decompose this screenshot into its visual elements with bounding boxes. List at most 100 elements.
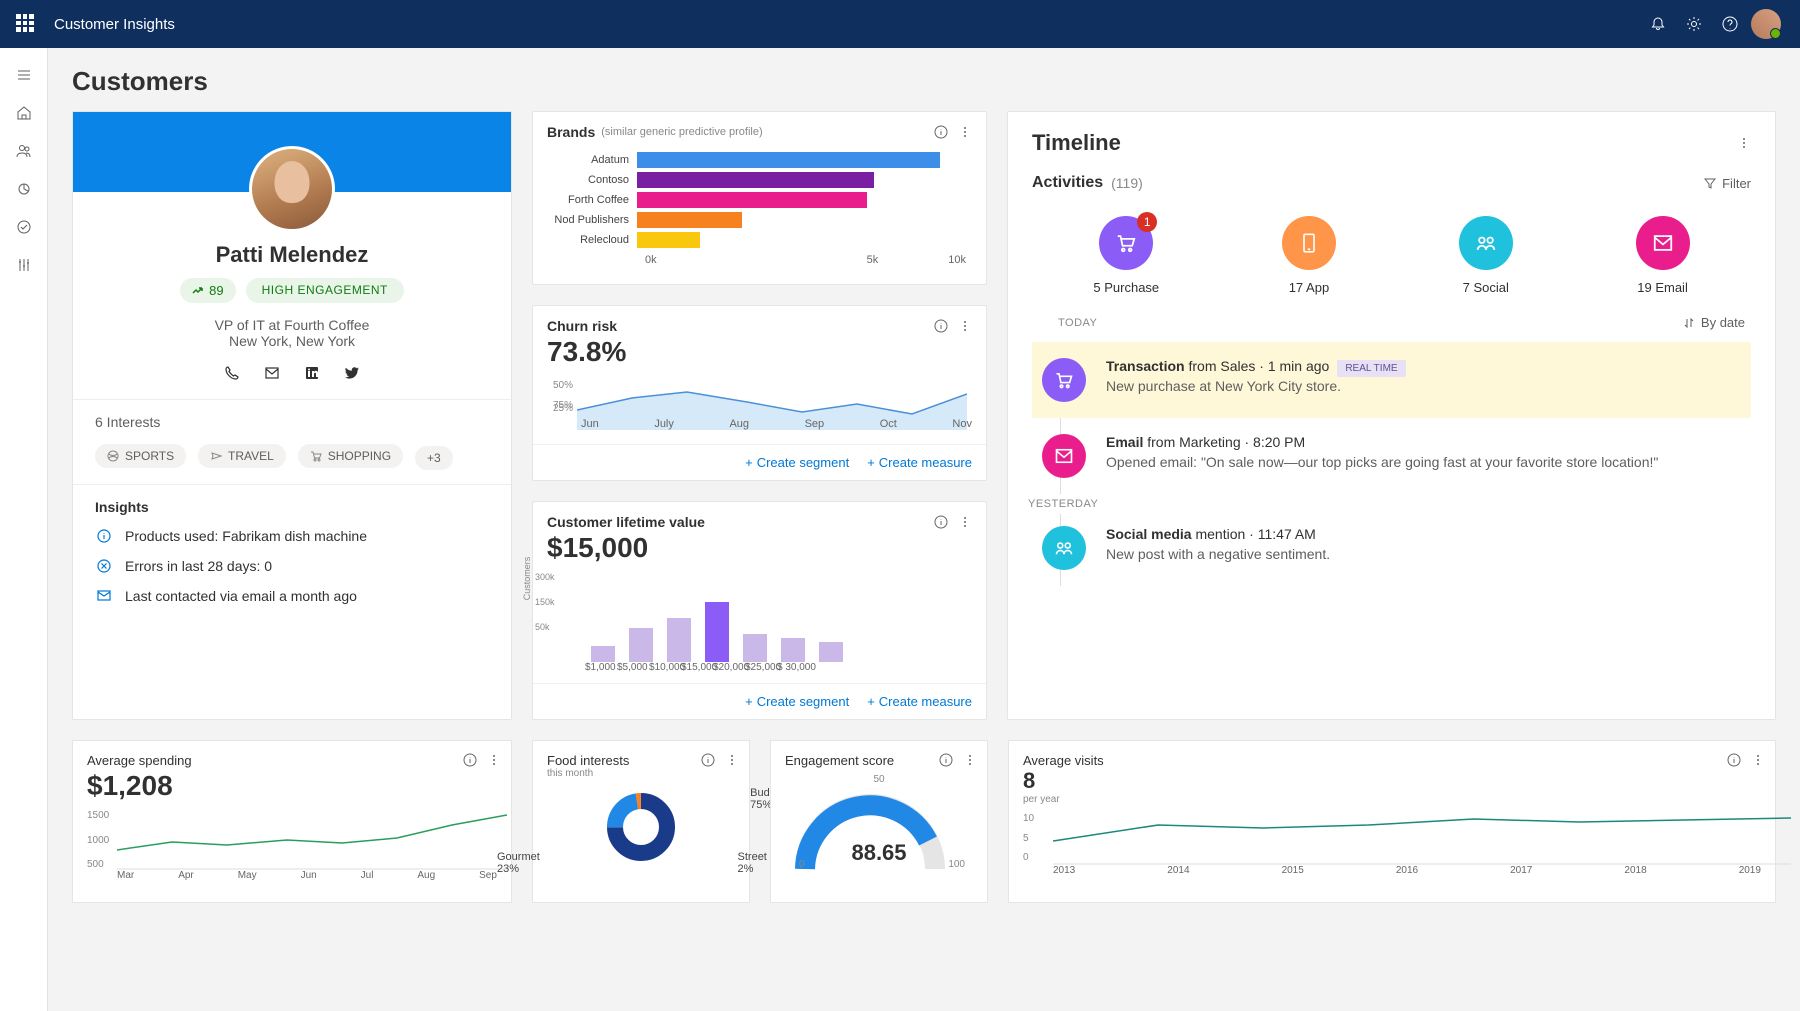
mail-icon xyxy=(95,587,113,605)
user-avatar[interactable] xyxy=(1748,6,1784,42)
timeline-day-today: TODAY xyxy=(1058,317,1097,329)
activities-label: Activities xyxy=(1032,174,1103,192)
activity-category-social[interactable]: 7 Social xyxy=(1459,216,1513,295)
filter-icon xyxy=(1704,177,1716,189)
info-icon[interactable] xyxy=(1727,753,1741,767)
create-measure-link[interactable]: + Create measure xyxy=(867,694,972,709)
notification-badge: 1 xyxy=(1137,212,1157,232)
profile-avatar[interactable] xyxy=(249,146,335,232)
page-title: Customers xyxy=(72,66,1776,97)
settings-icon[interactable] xyxy=(1676,6,1712,42)
realtime-badge: REAL TIME xyxy=(1337,360,1405,377)
clv-card: Customer lifetime value $15,000 Customer… xyxy=(532,501,987,720)
home-icon[interactable] xyxy=(0,94,48,132)
insight-row: Errors in last 28 days: 0 xyxy=(95,557,489,575)
timeline-event[interactable]: Email from Marketing · 8:20 PM Opened em… xyxy=(1032,418,1751,494)
brands-title: Brands xyxy=(547,124,595,140)
food-card: Food interests this month Budget75% Gour… xyxy=(532,740,750,903)
timeline-title: Timeline xyxy=(1032,130,1121,156)
notifications-icon[interactable] xyxy=(1640,6,1676,42)
twitter-icon[interactable] xyxy=(344,365,360,381)
visits-card: Average visits 8 per year 1050 201320142… xyxy=(1008,740,1776,903)
info-icon xyxy=(95,527,113,545)
profile-location: New York, New York xyxy=(73,333,511,349)
info-icon[interactable] xyxy=(463,753,477,767)
interest-tag[interactable]: TRAVEL xyxy=(198,444,286,468)
email-icon xyxy=(1652,232,1674,254)
page-body: Customers Patti Melendez 89 HIGH ENGAGEM… xyxy=(48,48,1800,1011)
email-icon[interactable] xyxy=(264,365,280,381)
info-icon[interactable] xyxy=(934,515,948,529)
cart-icon xyxy=(1115,232,1137,254)
help-icon[interactable] xyxy=(1712,6,1748,42)
spending-chart: 15001000500 MarAprMayJunJulAugSep xyxy=(87,810,497,890)
linkedin-icon[interactable] xyxy=(304,365,320,381)
more-icon[interactable] xyxy=(487,753,501,767)
engagement-score-badge: 89 xyxy=(180,278,235,303)
info-icon[interactable] xyxy=(934,319,948,333)
clv-value: $15,000 xyxy=(533,532,986,572)
activity-category-app[interactable]: 17 App xyxy=(1282,216,1336,295)
more-icon[interactable] xyxy=(958,319,972,333)
clv-chart: Customers 300k150k50k xyxy=(533,572,986,662)
more-icon[interactable] xyxy=(958,515,972,529)
profile-name: Patti Melendez xyxy=(73,242,511,268)
engagement-gauge: 88.65 0 100 xyxy=(785,789,973,874)
sidenav xyxy=(0,48,48,1011)
more-icon[interactable] xyxy=(1751,753,1765,767)
more-icon[interactable] xyxy=(1737,136,1751,150)
visits-value: 8 xyxy=(1023,768,1761,794)
engagement-card: Engagement score 50 88.65 0 100 xyxy=(770,740,988,903)
info-icon[interactable] xyxy=(701,753,715,767)
phone-icon[interactable] xyxy=(224,365,240,381)
spending-card: Average spending $1,208 15001000500 MarA… xyxy=(72,740,512,903)
visits-chart: 1050 2013201420152016201720182019 xyxy=(1023,813,1761,883)
more-icon[interactable] xyxy=(958,125,972,139)
activity-category-purchase[interactable]: 1 5 Purchase xyxy=(1093,216,1159,295)
hamburger-icon[interactable] xyxy=(0,56,48,94)
churn-value: 73.8% xyxy=(533,336,986,376)
activity-icon[interactable] xyxy=(0,208,48,246)
email-icon xyxy=(1042,434,1086,478)
create-measure-link[interactable]: + Create measure xyxy=(867,455,972,470)
brands-subtitle: (similar generic predictive profile) xyxy=(601,126,762,138)
churn-chart: 75% 50% 25% JunJulyAugSepOctNov xyxy=(533,376,986,444)
sports-icon xyxy=(107,450,119,462)
create-segment-link[interactable]: + Create segment xyxy=(745,694,849,709)
engagement-label-badge: HIGH ENGAGEMENT xyxy=(246,278,404,303)
segment-icon[interactable] xyxy=(0,170,48,208)
timeline-event[interactable]: Transaction from Sales · 1 min agoREAL T… xyxy=(1032,342,1751,418)
churn-title: Churn risk xyxy=(547,318,617,334)
cart-icon xyxy=(1042,358,1086,402)
visits-unit: per year xyxy=(1023,794,1761,805)
food-sub: this month xyxy=(547,768,735,779)
activities-count: (119) xyxy=(1111,175,1143,191)
visits-title: Average visits xyxy=(1023,753,1761,768)
interest-tag[interactable]: SHOPPING xyxy=(298,444,403,468)
brands-card: Brands (similar generic predictive profi… xyxy=(532,111,987,285)
more-icon[interactable] xyxy=(963,753,977,767)
interests-heading: 6 Interests xyxy=(95,414,489,430)
app-title: Customer Insights xyxy=(54,16,175,33)
timeline-panel: Timeline Activities (119) Filter 1 5 Pur… xyxy=(1007,111,1776,720)
app-launcher-icon[interactable] xyxy=(16,14,36,34)
config-icon[interactable] xyxy=(0,246,48,284)
activity-category-email[interactable]: 19 Email xyxy=(1636,216,1690,295)
topbar: Customer Insights xyxy=(0,0,1800,48)
info-icon[interactable] xyxy=(939,753,953,767)
mobile-icon xyxy=(1299,233,1319,253)
info-icon[interactable] xyxy=(934,125,948,139)
create-segment-link[interactable]: + Create segment xyxy=(745,455,849,470)
timeline-day-yesterday: YESTERDAY xyxy=(1028,494,1098,514)
sort-button[interactable]: By date xyxy=(1683,315,1745,330)
clv-title: Customer lifetime value xyxy=(547,514,705,530)
interest-tag[interactable]: SPORTS xyxy=(95,444,186,468)
more-icon[interactable] xyxy=(725,753,739,767)
interest-more[interactable]: +3 xyxy=(415,446,453,470)
trend-up-icon xyxy=(192,285,204,297)
timeline-event[interactable]: Social media mention · 11:47 AM New post… xyxy=(1032,510,1751,586)
filter-button[interactable]: Filter xyxy=(1704,176,1751,191)
shopping-icon xyxy=(310,450,322,462)
social-icon xyxy=(1475,232,1497,254)
people-icon[interactable] xyxy=(0,132,48,170)
